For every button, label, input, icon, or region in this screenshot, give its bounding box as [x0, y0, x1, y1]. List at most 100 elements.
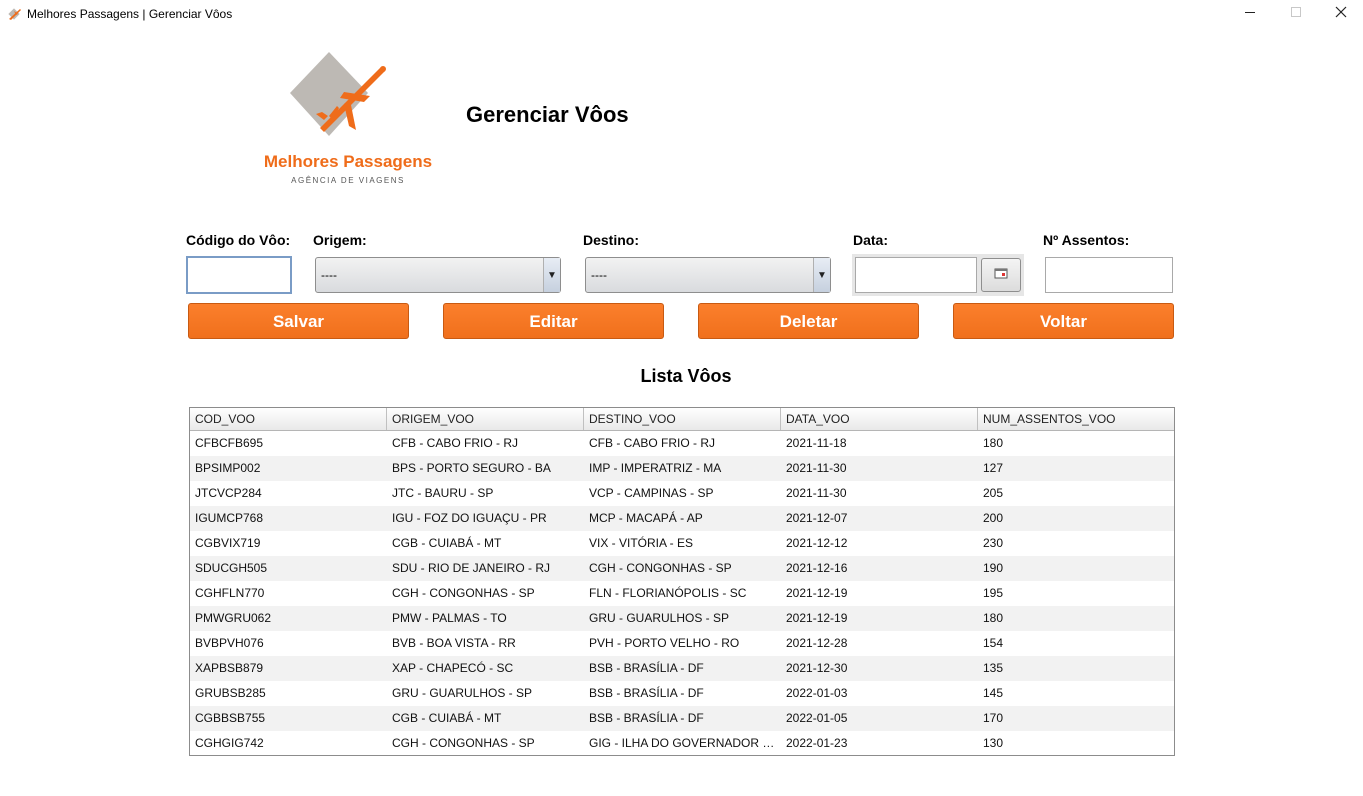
cell-cod-voo: SDUCGH505: [195, 561, 268, 575]
cell-num-assentos-voo: 154: [983, 636, 1004, 650]
cell-data-voo: 2021-11-30: [786, 486, 847, 500]
cell-origem-voo: PMW - PALMAS - TO: [392, 611, 507, 625]
window-titlebar: Melhores Passagens | Gerenciar Vôos: [0, 0, 1363, 28]
cell-data-voo: 2021-12-30: [786, 661, 848, 675]
column-header-destino-voo[interactable]: DESTINO_VOO: [584, 408, 781, 430]
list-title: Lista Vôos: [640, 366, 732, 386]
cell-destino-voo: PVH - PORTO VELHO - RO: [589, 636, 740, 650]
column-header-cod-voo[interactable]: COD_VOO: [190, 408, 387, 430]
cell-num-assentos-voo: 145: [983, 686, 1004, 700]
cell-cod-voo: CGBVIX719: [195, 536, 261, 550]
cell-data-voo: 2021-12-28: [786, 636, 848, 650]
cell-destino-voo: BSB - BRASÍLIA - DF: [589, 711, 704, 725]
table-row[interactable]: BPSIMP002 BPS - PORTO SEGURO - BA IMP - IM…: [190, 456, 1174, 481]
cell-origem-voo: SDU - RIO DE JANEIRO - RJ: [392, 561, 551, 575]
cell-origem-voo: CFB - CABO FRIO - RJ: [392, 436, 518, 450]
cell-cod-voo: BPSIMP002: [195, 461, 261, 475]
table-row[interactable]: CGBVIX719 CGB - CUIABÁ - MT VIX - VITÓRIA …: [190, 531, 1174, 556]
cell-origem-voo: BVB - BOA VISTA - RR: [392, 636, 516, 650]
table-row[interactable]: CFBCFB695 CFB - CABO FRIO - RJ CFB - CABO …: [190, 431, 1174, 456]
table-row[interactable]: CGHFLN770 CGH - CONGONHAS - SP FLN - FLORI…: [190, 581, 1174, 606]
airplane-logo-icon: [290, 52, 386, 136]
brand-name: Melhores Passagens: [263, 152, 433, 171]
cell-destino-voo: IMP - IMPERATRIZ - MA: [589, 461, 722, 475]
destino-label: Destino:: [583, 232, 639, 248]
codigo-label: Código do Vôo:: [186, 232, 291, 248]
table-row[interactable]: XAPBSB879 XAP - CHAPECÓ - SC BSB - BRASÍLI…: [190, 656, 1174, 681]
brand-tagline: AGÊNCIA DE VIAGENS: [291, 176, 405, 185]
column-header-data-voo[interactable]: DATA_VOO: [781, 408, 978, 430]
chevron-down-icon[interactable]: ▼: [813, 258, 830, 292]
table-row[interactable]: SDUCGH505 SDU - RIO DE JANEIRO - RJ CGH - …: [190, 556, 1174, 581]
cell-origem-voo: CGB - CUIABÁ - MT: [392, 711, 502, 725]
num-assentos-input[interactable]: [1045, 257, 1173, 293]
chevron-down-icon[interactable]: ▼: [543, 258, 560, 292]
cell-destino-voo: FLN - FLORIANÓPOLIS - SC: [589, 586, 747, 600]
cell-origem-voo: JTC - BAURU - SP: [392, 486, 494, 500]
cell-num-assentos-voo: 195: [983, 586, 1004, 600]
cell-num-assentos-voo: 190: [983, 561, 1004, 575]
cell-num-assentos-voo: 135: [983, 661, 1004, 675]
column-header-num-assentos-voo[interactable]: NUM_ASSENTOS_VOO: [978, 408, 1174, 430]
cell-data-voo: 2021-11-18: [786, 436, 847, 450]
cell-origem-voo: CGH - CONGONHAS - SP: [392, 586, 535, 600]
cell-data-voo: 2022-01-05: [786, 711, 848, 725]
calendar-button[interactable]: [981, 258, 1021, 292]
maximize-icon: [1290, 5, 1302, 23]
close-button[interactable]: [1318, 0, 1363, 28]
table-row[interactable]: JTCVCP284 JTC - BAURU - SP VCP - CAMPINAS …: [190, 481, 1174, 506]
cell-data-voo: 2021-11-30: [786, 461, 847, 475]
table-row[interactable]: PMWGRU062 PMW - PALMAS - TO GRU - GUARULHO…: [190, 606, 1174, 631]
table-row[interactable]: BVBPVH076 BVB - BOA VISTA - RR PVH - PORTO…: [190, 631, 1174, 656]
table-row[interactable]: CGBBSB755 CGB - CUIABÁ - MT BSB - BRASÍLIA…: [190, 706, 1174, 731]
cell-cod-voo: JTCVCP284: [195, 486, 262, 500]
origem-select[interactable]: ---- ▼: [315, 257, 561, 293]
cell-origem-voo: GRU - GUARULHOS - SP: [392, 686, 533, 700]
cell-origem-voo: BPS - PORTO SEGURO - BA: [392, 461, 551, 475]
cell-cod-voo: XAPBSB879: [195, 661, 264, 675]
origem-selected-value: ----: [321, 268, 337, 282]
cell-num-assentos-voo: 180: [983, 436, 1004, 450]
codigo-voo-input[interactable]: [186, 256, 292, 294]
maximize-button[interactable]: [1273, 0, 1319, 28]
close-icon: [1335, 5, 1347, 23]
cell-num-assentos-voo: 127: [983, 461, 1004, 475]
cell-cod-voo: CFBCFB695: [195, 436, 264, 450]
destino-select[interactable]: ---- ▼: [585, 257, 831, 293]
delete-button[interactable]: Deletar: [698, 303, 919, 339]
data-label: Data:: [853, 232, 889, 248]
cell-cod-voo: CGBBSB755: [195, 711, 266, 725]
minimize-button[interactable]: [1227, 0, 1273, 28]
flights-table[interactable]: COD_VOO ORIGEM_VOO DESTINO_VOO DATA_VOO …: [189, 407, 1175, 756]
calendar-icon: [994, 266, 1008, 284]
cell-destino-voo: BSB - BRASÍLIA - DF: [589, 686, 704, 700]
cell-destino-voo: GRU - GUARULHOS - SP: [589, 611, 730, 625]
minimize-icon: [1244, 5, 1256, 23]
back-button[interactable]: Voltar: [953, 303, 1174, 339]
cell-data-voo: 2022-01-03: [786, 686, 848, 700]
table-row[interactable]: CGHGIG742 CGH - CONGONHAS - SP GIG - ILHA …: [190, 731, 1174, 755]
edit-button[interactable]: Editar: [443, 303, 664, 339]
cell-num-assentos-voo: 180: [983, 611, 1004, 625]
cell-cod-voo: PMWGRU062: [195, 611, 272, 625]
destino-selected-value: ----: [591, 268, 607, 282]
cell-destino-voo: CFB - CABO FRIO - RJ: [589, 436, 715, 450]
table-row[interactable]: GRUBSB285 GRU - GUARULHOS - SP BSB - BRASÍ…: [190, 681, 1174, 706]
column-header-origem-voo[interactable]: ORIGEM_VOO: [387, 408, 584, 430]
cell-num-assentos-voo: 200: [983, 511, 1004, 525]
table-row[interactable]: IGUMCP768 IGU - FOZ DO IGUAÇU - PR MCP - M…: [190, 506, 1174, 531]
save-button[interactable]: Salvar: [188, 303, 409, 339]
page-title: Gerenciar Vôos: [466, 102, 629, 127]
cell-origem-voo: CGB - CUIABÁ - MT: [392, 536, 502, 550]
cell-cod-voo: BVBPVH076: [195, 636, 264, 650]
cell-num-assentos-voo: 130: [983, 736, 1004, 750]
cell-data-voo: 2022-01-23: [786, 736, 848, 750]
data-input[interactable]: [855, 257, 977, 293]
origem-label: Origem:: [313, 232, 367, 248]
cell-num-assentos-voo: 170: [983, 711, 1004, 725]
cell-data-voo: 2021-12-12: [786, 536, 848, 550]
cell-data-voo: 2021-12-19: [786, 586, 848, 600]
cell-destino-voo: BSB - BRASÍLIA - DF: [589, 661, 704, 675]
cell-data-voo: 2021-12-16: [786, 561, 848, 575]
cell-cod-voo: GRUBSB285: [195, 686, 266, 700]
